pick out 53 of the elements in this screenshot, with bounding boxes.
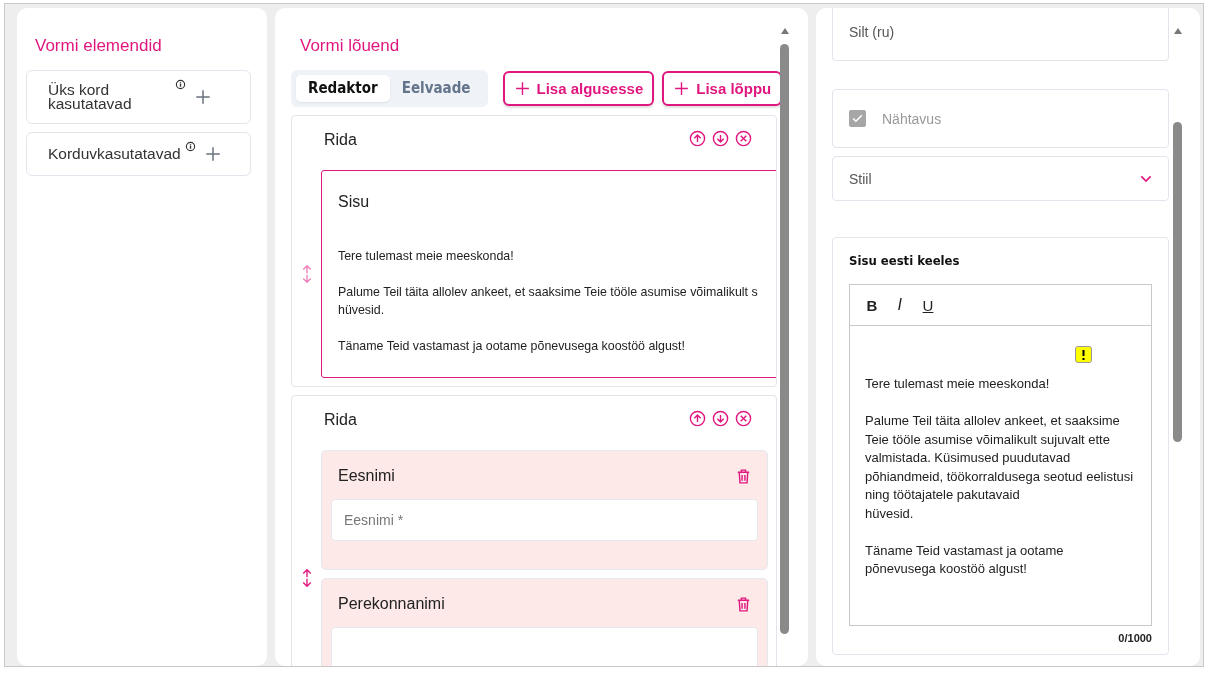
italic-button[interactable]: I [894,296,906,314]
element-group-item[interactable]: Üks kord kasutatavad [26,70,251,124]
bold-button[interactable]: B [866,296,878,314]
check-icon [851,112,864,125]
paragraph: Tere tulemast meie meeskonda! [865,375,1051,393]
row-title: Rida [324,130,358,149]
paragraph: Tere tulemast meie meeskonda! [338,248,515,265]
plus-icon [513,80,531,97]
underline-button[interactable]: U [922,296,934,314]
select-field[interactable]: Stiil [832,156,1169,201]
trash-icon[interactable] [735,595,752,613]
add-button[interactable]: Lisa algusesse [502,71,655,106]
move-down-icon[interactable] [712,409,729,427]
field-block[interactable]: Eesnimi Eesnimi * [321,450,768,570]
info-icon [175,79,186,90]
element-group-item[interactable]: Korduvkasutatavad [26,132,251,176]
row-title: Rida [324,410,358,429]
plus-icon[interactable] [203,145,222,163]
panel-title: Vormi elemendid [35,36,163,56]
input-field[interactable] [331,627,758,666]
section-title: Sisu eesti keeles [849,253,961,268]
tab[interactable]: Eelvaade [389,75,483,102]
content-block[interactable]: Sisu Tere tulemast meie meeskonda! Palume Teil täita allolev ankeet, et saaksime Teie tööle asumise võimalikult s hüvesid. Täname Teid vastamast ja ootame põnevusega koostöö algust! [321,170,776,378]
block-title: Sisu [338,193,371,211]
move-up-icon[interactable] [689,129,706,147]
paragraph: Palume Teil täita allolev ankeet, et saaksime Teie tööle asumise võimalikult s hüvesid. [338,284,759,319]
paragraph: Täname Teid vastamast ja ootame põnevusega koostöö algust! [865,541,1065,578]
info-icon [184,141,196,152]
scroll-up-arrow[interactable] [780,28,789,34]
character-counter: 0/1000 [1117,632,1152,644]
plus-icon[interactable] [194,88,212,106]
checkbox-label: Nähtavus [882,110,942,127]
field-title: Perekonnanimi [338,595,446,613]
paragraph: Palume Teil täita allolev ankeet, et saaksime Teie tööle asumise võimalikult sujuvalt ette valmistada. Küsimused puudutavad põhiandmeid, töökorraldusega seotud eelistusi ning töötajatele pakutavaid hüvesid. [865,412,1135,523]
rich-text-editor[interactable] [849,284,1152,626]
add-button[interactable]: Lisa lõppu [662,71,783,106]
move-down-icon[interactable] [712,129,729,147]
close-icon[interactable] [735,409,752,427]
close-icon[interactable] [735,129,752,147]
paragraph: Täname Teid vastamast ja ootame põnevusega koostöö algust! [338,338,686,355]
scrollbar-thumb[interactable] [1173,122,1182,442]
panel-title: Vormi lõuend [300,36,401,56]
tab[interactable]: Redaktor [296,75,390,102]
input-field[interactable]: Eesnimi * [331,499,758,541]
scroll-up-arrow[interactable] [1173,28,1182,34]
field-title: Eesnimi [338,467,396,485]
plus-icon [673,80,691,97]
input-field[interactable]: Silt (ru) [832,8,1169,61]
scrollbar-thumb[interactable] [780,44,789,634]
field-block[interactable]: Perekonnanimi [321,578,768,666]
trash-icon[interactable] [735,467,752,485]
warning-icon [1075,346,1092,363]
move-up-icon[interactable] [689,409,706,427]
